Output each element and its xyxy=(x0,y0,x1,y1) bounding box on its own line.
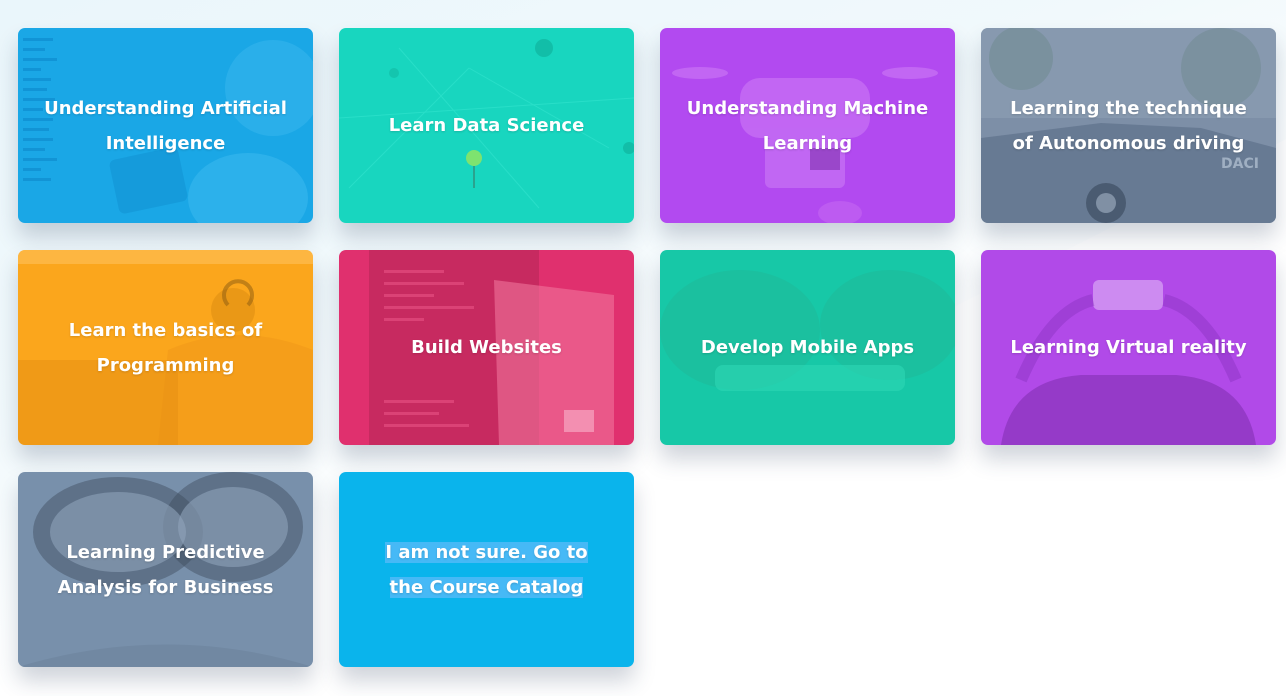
course-card-predictive-analysis[interactable]: Learning Predictive Analysis for Busines… xyxy=(18,472,313,667)
course-card-autonomous-driving[interactable]: DACI Learning the technique of Autonomou… xyxy=(981,28,1276,223)
course-card-artificial-intelligence[interactable]: Understanding Artificial Intelligence xyxy=(18,28,313,223)
course-card-mobile-apps[interactable]: Develop Mobile Apps xyxy=(660,250,955,445)
course-grid: Understanding Artificial Intelligence Le… xyxy=(18,28,1276,667)
course-card-machine-learning[interactable]: Understanding Machine Learning xyxy=(660,28,955,223)
course-label: Learning the technique of Autonomous dri… xyxy=(1010,97,1247,154)
catalog-text-line-2: the Course Catalog xyxy=(389,576,584,598)
course-label: Learn the basics of Programming xyxy=(68,319,263,376)
course-label: Learn Data Science xyxy=(388,115,585,136)
course-label: Learning Predictive Analysis for Busines… xyxy=(57,541,274,598)
course-catalog-label: I am not sure. Go to the Course Catalog xyxy=(362,535,612,605)
course-label: Develop Mobile Apps xyxy=(700,337,915,358)
course-label: Learning Virtual reality xyxy=(1010,337,1247,358)
course-label: Understanding Artificial Intelligence xyxy=(44,97,287,154)
course-label: Understanding Machine Learning xyxy=(686,97,929,154)
course-card-websites[interactable]: Build Websites xyxy=(339,250,634,445)
course-card-data-science[interactable]: Learn Data Science xyxy=(339,28,634,223)
catalog-text-line-1: I am not sure. Go to xyxy=(385,541,588,563)
course-card-virtual-reality[interactable]: Learning Virtual reality xyxy=(981,250,1276,445)
course-catalog-card[interactable]: I am not sure. Go to the Course Catalog xyxy=(339,472,634,667)
course-card-programming[interactable]: Learn the basics of Programming xyxy=(18,250,313,445)
course-label: Build Websites xyxy=(411,337,562,358)
